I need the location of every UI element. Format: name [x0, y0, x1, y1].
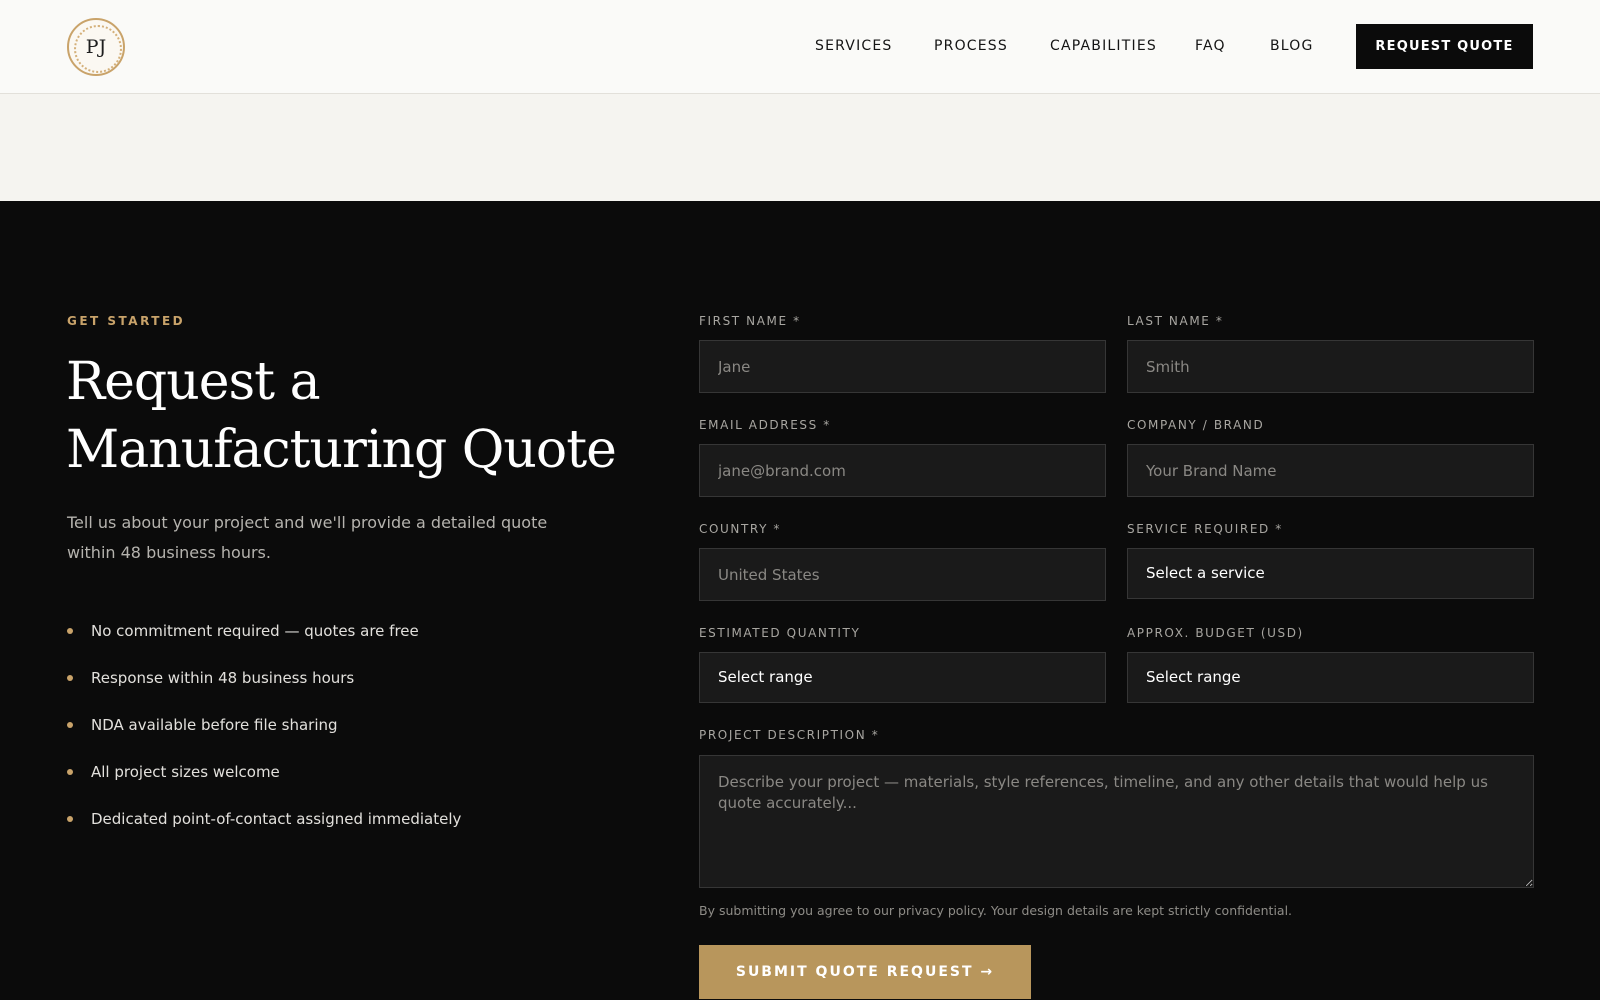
section-eyebrow: GET STARTED: [67, 314, 186, 328]
list-item-text: All project sizes welcome: [91, 763, 280, 781]
bullet-dot-icon: [67, 816, 73, 822]
nav-link-capabilities[interactable]: CAPABILITIES: [1050, 38, 1157, 54]
nav-link-services[interactable]: SERVICES: [815, 38, 893, 54]
country-label: COUNTRY *: [699, 522, 782, 536]
budget-label: APPROX. BUDGET (USD): [1127, 626, 1304, 640]
page-title-line-2: Manufacturing Quote: [66, 420, 617, 480]
bullet-dot-icon: [67, 722, 73, 728]
list-item: Response within 48 business hours: [67, 667, 461, 714]
service-select[interactable]: Select a service: [1127, 548, 1534, 599]
email-label: EMAIL ADDRESS *: [699, 418, 831, 432]
first-name-field[interactable]: [699, 340, 1106, 393]
benefits-list: No commitment required — quotes are free…: [67, 620, 461, 855]
quantity-label: ESTIMATED QUANTITY: [699, 626, 861, 640]
company-label: COMPANY / BRAND: [1127, 418, 1265, 432]
country-field[interactable]: [699, 548, 1106, 601]
list-item-text: Dedicated point-of-contact assigned imme…: [91, 810, 462, 828]
logo-monogram: PJ: [85, 36, 107, 58]
company-field[interactable]: [1127, 444, 1534, 497]
service-label: SERVICE REQUIRED *: [1127, 522, 1283, 536]
list-item-text: NDA available before file sharing: [91, 716, 338, 734]
page-title-line-1: Request a: [66, 352, 321, 412]
submit-quote-button[interactable]: SUBMIT QUOTE REQUEST →: [699, 945, 1031, 999]
light-band: [0, 94, 1600, 201]
bullet-dot-icon: [67, 769, 73, 775]
last-name-field[interactable]: [1127, 340, 1534, 393]
budget-select[interactable]: Select range: [1127, 652, 1534, 703]
list-item: Dedicated point-of-contact assigned imme…: [67, 808, 461, 855]
page-title: Request a Manufacturing Quote: [66, 348, 626, 484]
site-header: PJ SERVICES PROCESS CAPABILITIES FAQ BLO…: [0, 0, 1600, 94]
list-item: All project sizes welcome: [67, 761, 461, 808]
list-item-text: No commitment required — quotes are free: [91, 622, 419, 640]
email-field[interactable]: [699, 444, 1106, 497]
last-name-label: LAST NAME *: [1127, 314, 1224, 328]
intro-text: Tell us about your project and we'll pro…: [67, 513, 548, 562]
quantity-select[interactable]: Select range: [699, 652, 1106, 703]
logo-seal-icon[interactable]: PJ: [67, 18, 125, 76]
request-quote-button[interactable]: REQUEST QUOTE: [1356, 24, 1533, 69]
project-description-field[interactable]: [699, 755, 1534, 888]
nav-link-faq[interactable]: FAQ: [1195, 38, 1226, 54]
description-label: PROJECT DESCRIPTION *: [699, 728, 880, 742]
bullet-dot-icon: [67, 628, 73, 634]
list-item-text: Response within 48 business hours: [91, 669, 355, 687]
list-item: NDA available before file sharing: [67, 714, 461, 761]
nav-link-process[interactable]: PROCESS: [934, 38, 1008, 54]
nav-link-blog[interactable]: BLOG: [1270, 38, 1314, 54]
list-item: No commitment required — quotes are free: [67, 620, 461, 667]
first-name-label: FIRST NAME *: [699, 314, 801, 328]
bullet-dot-icon: [67, 675, 73, 681]
privacy-note: By submitting you agree to our privacy p…: [699, 903, 1293, 918]
